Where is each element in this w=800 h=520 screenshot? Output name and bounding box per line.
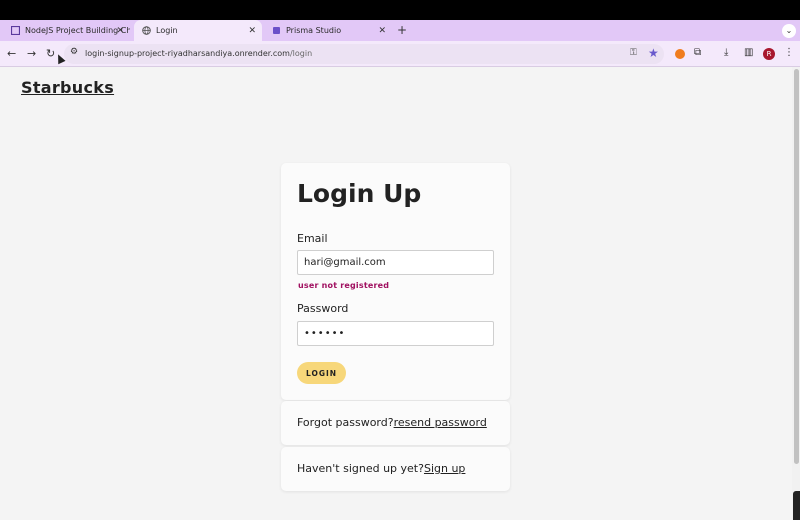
signup-row: Haven't signed up yet?Sign up: [297, 462, 465, 475]
password-label: Password: [297, 302, 349, 315]
tab-prisma-studio[interactable]: Prisma Studio ✕: [265, 20, 392, 41]
login-card: Login Up Email user not registered Passw…: [281, 163, 510, 400]
browser-toolbar: ← → ↻ ⚙ login-signup-project-riyadharsan…: [0, 41, 800, 67]
close-icon[interactable]: ✕: [378, 26, 386, 36]
brand-logo-link[interactable]: Starbucks: [21, 78, 114, 97]
email-field[interactable]: [297, 250, 494, 275]
signup-card: Haven't signed up yet?Sign up: [281, 447, 510, 491]
tab-label: Prisma Studio: [286, 26, 342, 35]
sign-up-link[interactable]: Sign up: [424, 462, 465, 475]
url-text[interactable]: login-signup-project-riyadharsandiya.onr…: [85, 49, 312, 58]
prisma-icon: [272, 26, 281, 35]
url-path: /login: [289, 49, 313, 58]
side-panel-icon[interactable]: ▥: [744, 47, 753, 58]
globe-icon: [142, 26, 151, 35]
bookmark-star-icon[interactable]: ★: [648, 46, 659, 60]
back-arrow-icon[interactable]: ←: [7, 47, 16, 60]
page-title: Login Up: [297, 179, 422, 208]
extensions-puzzle-icon[interactable]: ⧉: [694, 47, 701, 58]
tab-nodejs-project[interactable]: NodeJS Project Building Chal ✕: [4, 20, 130, 41]
url-host: login-signup-project-riyadharsandiya.onr…: [85, 49, 290, 58]
tab-strip: NodeJS Project Building Chal ✕ Login ✕ P…: [0, 20, 800, 41]
password-key-icon[interactable]: ⚿: [630, 48, 637, 58]
macos-menu-bar: [0, 0, 800, 20]
more-menu-icon[interactable]: ⋮: [784, 47, 794, 58]
password-field[interactable]: [297, 321, 494, 346]
scrollbar-thumb[interactable]: [794, 69, 799, 464]
extension-icon[interactable]: [675, 49, 685, 59]
close-icon[interactable]: ✕: [116, 26, 124, 36]
tab-label: Login: [156, 26, 178, 35]
signup-prompt-text: Haven't signed up yet?: [297, 462, 424, 475]
login-button[interactable]: LOGIN: [297, 362, 346, 384]
resend-password-link[interactable]: resend password: [394, 416, 487, 429]
site-settings-icon[interactable]: ⚙: [70, 47, 78, 57]
email-label: Email: [297, 232, 328, 245]
profile-avatar[interactable]: R: [763, 48, 775, 60]
page-scrollbar[interactable]: [792, 67, 800, 520]
tab-login[interactable]: Login ✕: [134, 20, 262, 41]
forgot-password-text: Forgot password?: [297, 416, 394, 429]
close-icon[interactable]: ✕: [248, 26, 256, 36]
dock-edge: [793, 491, 800, 520]
forgot-password-card: Forgot password?resend password: [281, 401, 510, 445]
tab-search-chevron-icon[interactable]: ⌄: [782, 24, 796, 38]
reload-icon[interactable]: ↻: [46, 47, 55, 60]
page-favicon-icon: [10, 25, 21, 36]
address-bar[interactable]: ⚙ login-signup-project-riyadharsandiya.o…: [64, 44, 664, 64]
download-icon[interactable]: ⤓: [724, 47, 728, 58]
forgot-password-row: Forgot password?resend password: [297, 416, 487, 429]
error-message: user not registered: [298, 281, 390, 290]
tab-label: NodeJS Project Building Chal: [25, 26, 130, 35]
new-tab-plus-icon[interactable]: +: [397, 23, 407, 37]
forward-arrow-icon[interactable]: →: [27, 47, 36, 60]
